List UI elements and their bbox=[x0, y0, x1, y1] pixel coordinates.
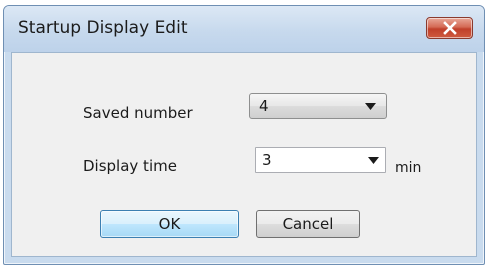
saved-number-value: 4 bbox=[259, 97, 269, 115]
display-time-combobox[interactable]: 3 bbox=[255, 147, 386, 173]
ok-button[interactable]: OK bbox=[100, 210, 239, 238]
close-icon bbox=[442, 21, 457, 35]
cancel-button[interactable]: Cancel bbox=[256, 210, 360, 238]
close-button[interactable] bbox=[426, 17, 473, 39]
dialog-body: Saved number 4 Display time 3 min OK Can… bbox=[11, 52, 477, 257]
window-title: Startup Display Edit bbox=[18, 18, 188, 38]
chevron-down-icon bbox=[365, 103, 376, 110]
chevron-down-icon bbox=[368, 157, 379, 164]
saved-number-label: Saved number bbox=[83, 104, 193, 122]
display-time-value: 3 bbox=[262, 151, 272, 169]
display-time-unit: min bbox=[395, 160, 422, 176]
saved-number-select[interactable]: 4 bbox=[249, 93, 387, 119]
dialog-window: Startup Display Edit Saved number 4 Disp… bbox=[3, 5, 485, 265]
title-bar[interactable]: Startup Display Edit bbox=[4, 6, 484, 52]
display-time-label: Display time bbox=[83, 157, 177, 175]
